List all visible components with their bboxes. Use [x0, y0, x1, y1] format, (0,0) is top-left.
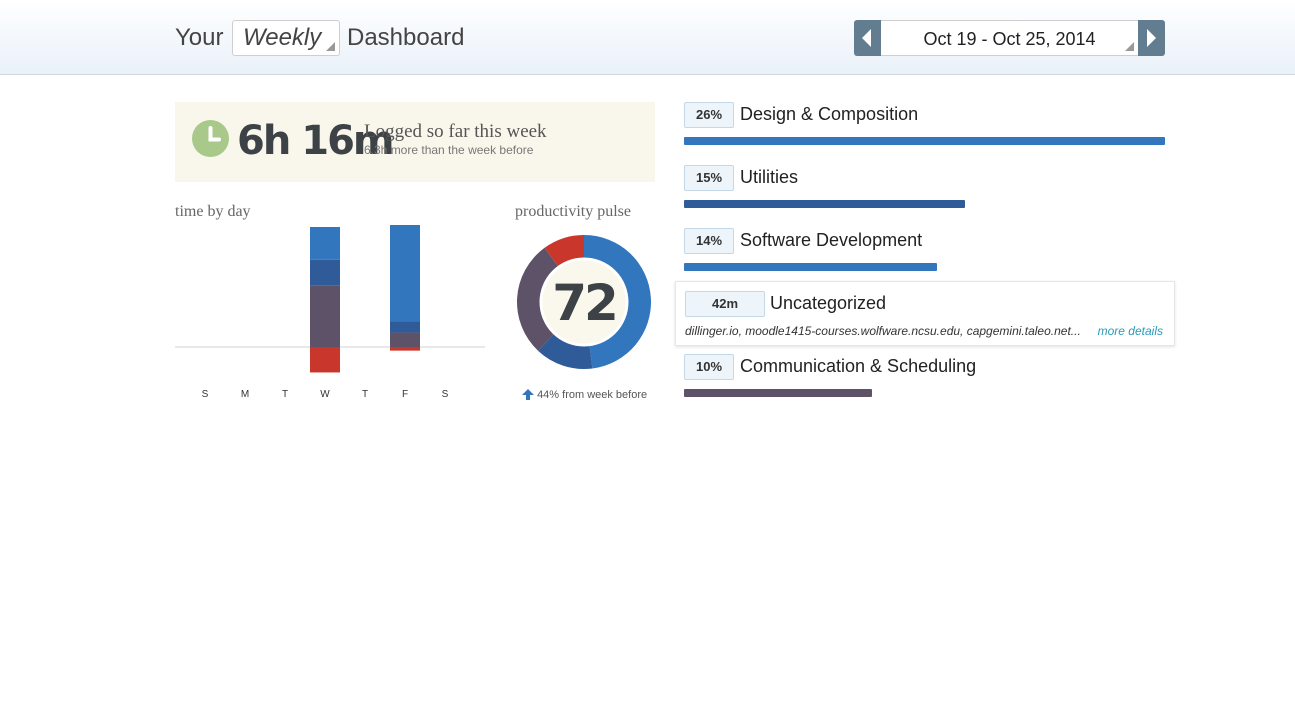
period-select[interactable]: Weekly	[232, 20, 340, 56]
uncategorized-name: Uncategorized	[770, 293, 887, 313]
previous-week-button[interactable]	[854, 20, 881, 56]
pulse-change: 44% from week before	[522, 389, 647, 401]
title-suffix: Dashboard	[347, 24, 465, 51]
date-range-text: Oct 19 - Oct 25, 2014	[923, 29, 1096, 49]
logged-label: Logged so far this week	[364, 121, 547, 142]
time-by-day-chart: SMTWTFS	[175, 225, 485, 400]
category-name: Communication & Scheduling	[740, 356, 977, 376]
category-name: Software Development	[740, 230, 923, 250]
day-label: T	[282, 389, 288, 400]
category-bar	[684, 137, 1165, 145]
uncategorized-sites: dillinger.io, moodle1415-courses.wolfwar…	[685, 324, 1081, 338]
day-bar-segment	[310, 259, 340, 286]
chevron-right-icon	[1147, 29, 1156, 47]
time-by-day-label: time by day	[175, 203, 251, 220]
day-label: F	[402, 389, 408, 400]
arrow-up-icon	[522, 389, 534, 400]
day-label: T	[362, 389, 368, 400]
day-label: M	[241, 389, 249, 400]
category-bar	[684, 200, 965, 208]
productivity-pulse-chart: 72	[517, 235, 651, 369]
category-percent: 15%	[684, 165, 734, 191]
day-bar-segment	[390, 321, 420, 333]
day-bar-segment	[390, 347, 420, 351]
category-name: Design & Composition	[740, 104, 919, 124]
day-bar-segment	[390, 332, 420, 347]
date-range-picker[interactable]: Oct 19 - Oct 25, 2014	[881, 20, 1138, 56]
next-week-button[interactable]	[1138, 20, 1165, 56]
day-label: W	[320, 389, 330, 400]
clock-icon	[192, 120, 229, 157]
category-percent: 26%	[684, 102, 734, 128]
category-bar	[684, 389, 872, 397]
uncategorized-card[interactable]: 42m Uncategorized dillinger.io, moodle14…	[675, 281, 1175, 346]
day-label: S	[202, 389, 209, 400]
period-select-value: Weekly	[243, 24, 322, 51]
productivity-pulse-label: productivity pulse	[515, 203, 631, 220]
pulse-change-text: 44% from week before	[537, 389, 648, 401]
day-bar-segment	[390, 225, 420, 322]
category-name: Utilities	[740, 167, 799, 187]
category-percent: 14%	[684, 228, 734, 254]
more-details-link[interactable]: more details	[1098, 324, 1163, 338]
category-bar	[684, 263, 937, 271]
title-prefix: Your	[175, 24, 224, 51]
time-summary: 6h 16m Logged so far this week 6.3h more…	[175, 102, 655, 182]
uncategorized-time: 42m	[685, 291, 765, 317]
day-label: S	[442, 389, 449, 400]
day-bar-segment	[310, 347, 340, 373]
pulse-score: 72	[552, 274, 616, 332]
chevron-left-icon	[862, 29, 871, 47]
header: Your Weekly Dashboard Oct 19 - Oct 25, 2…	[0, 0, 1295, 75]
dropdown-corner-icon	[326, 42, 335, 51]
dropdown-corner-icon	[1125, 42, 1134, 51]
day-bar-segment	[310, 227, 340, 260]
category-percent: 10%	[684, 354, 734, 380]
comparison-text: 6.3h more than the week before	[364, 143, 534, 157]
day-bar-segment	[310, 285, 340, 347]
